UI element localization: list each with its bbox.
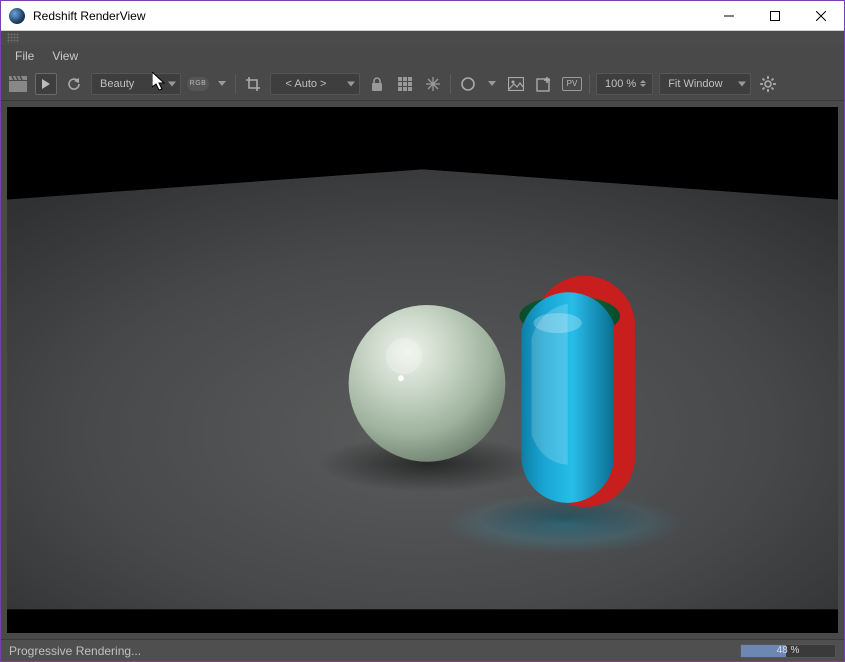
fit-select-value: Fit Window bbox=[668, 78, 722, 90]
clapper-icon[interactable] bbox=[7, 73, 29, 95]
progress-percent-label: 48 % bbox=[741, 645, 835, 657]
viewport-wrap bbox=[1, 101, 844, 639]
menubar: File View bbox=[1, 45, 844, 67]
snapshot-add-icon[interactable] bbox=[533, 73, 555, 95]
toolbar: Beauty RGB < Auto > bbox=[1, 67, 844, 101]
grip-icon[interactable] bbox=[7, 33, 19, 43]
rgb-pill-label: RGB bbox=[187, 77, 209, 91]
zoom-spinner[interactable]: 100 % bbox=[596, 73, 653, 95]
aov-select[interactable]: Beauty bbox=[91, 73, 181, 95]
app-window: Redshift RenderView File View Beauty bbox=[0, 0, 845, 662]
chevron-down-icon bbox=[347, 81, 355, 86]
grip-row bbox=[1, 31, 844, 45]
titlebar[interactable]: Redshift RenderView bbox=[1, 1, 844, 31]
circle-tool-dropdown[interactable] bbox=[485, 73, 499, 95]
statusbar: Progressive Rendering... 48 % bbox=[1, 639, 844, 661]
aov-select-value: Beauty bbox=[100, 78, 134, 90]
menu-file[interactable]: File bbox=[7, 47, 42, 65]
lock-icon[interactable] bbox=[366, 73, 388, 95]
chevron-down-icon bbox=[488, 81, 496, 86]
refresh-button[interactable] bbox=[63, 73, 85, 95]
picture-viewer-button[interactable]: PV bbox=[561, 73, 583, 95]
render-region-select[interactable]: < Auto > bbox=[270, 73, 360, 95]
rgb-mode-button[interactable]: RGB bbox=[187, 73, 209, 95]
separator bbox=[235, 74, 236, 94]
chevron-down-icon bbox=[738, 81, 746, 86]
grid-icon[interactable] bbox=[394, 73, 416, 95]
minimize-button[interactable] bbox=[706, 1, 752, 31]
maximize-button[interactable] bbox=[752, 1, 798, 31]
render-viewport[interactable] bbox=[7, 107, 838, 633]
progress-bar: 48 % bbox=[740, 644, 836, 658]
snowflake-icon[interactable] bbox=[422, 73, 444, 95]
window-title: Redshift RenderView bbox=[33, 9, 146, 23]
rgb-mode-dropdown[interactable] bbox=[215, 73, 229, 95]
play-button[interactable] bbox=[35, 73, 57, 95]
pv-badge-label: PV bbox=[562, 77, 582, 91]
picture-icon[interactable] bbox=[505, 73, 527, 95]
menu-view[interactable]: View bbox=[44, 47, 86, 65]
fit-select[interactable]: Fit Window bbox=[659, 73, 751, 95]
chevron-down-icon bbox=[218, 81, 226, 86]
separator bbox=[589, 74, 590, 94]
render-image bbox=[7, 107, 838, 633]
render-region-value: < Auto > bbox=[286, 78, 327, 90]
chevron-down-icon bbox=[168, 81, 176, 86]
circle-tool-icon[interactable] bbox=[457, 73, 479, 95]
spinner-arrows[interactable] bbox=[640, 80, 648, 87]
close-button[interactable] bbox=[798, 1, 844, 31]
separator bbox=[450, 74, 451, 94]
status-message: Progressive Rendering... bbox=[9, 644, 141, 658]
zoom-value: 100 % bbox=[605, 78, 636, 90]
crop-icon[interactable] bbox=[242, 73, 264, 95]
app-icon bbox=[9, 8, 25, 24]
gear-icon[interactable] bbox=[757, 73, 779, 95]
